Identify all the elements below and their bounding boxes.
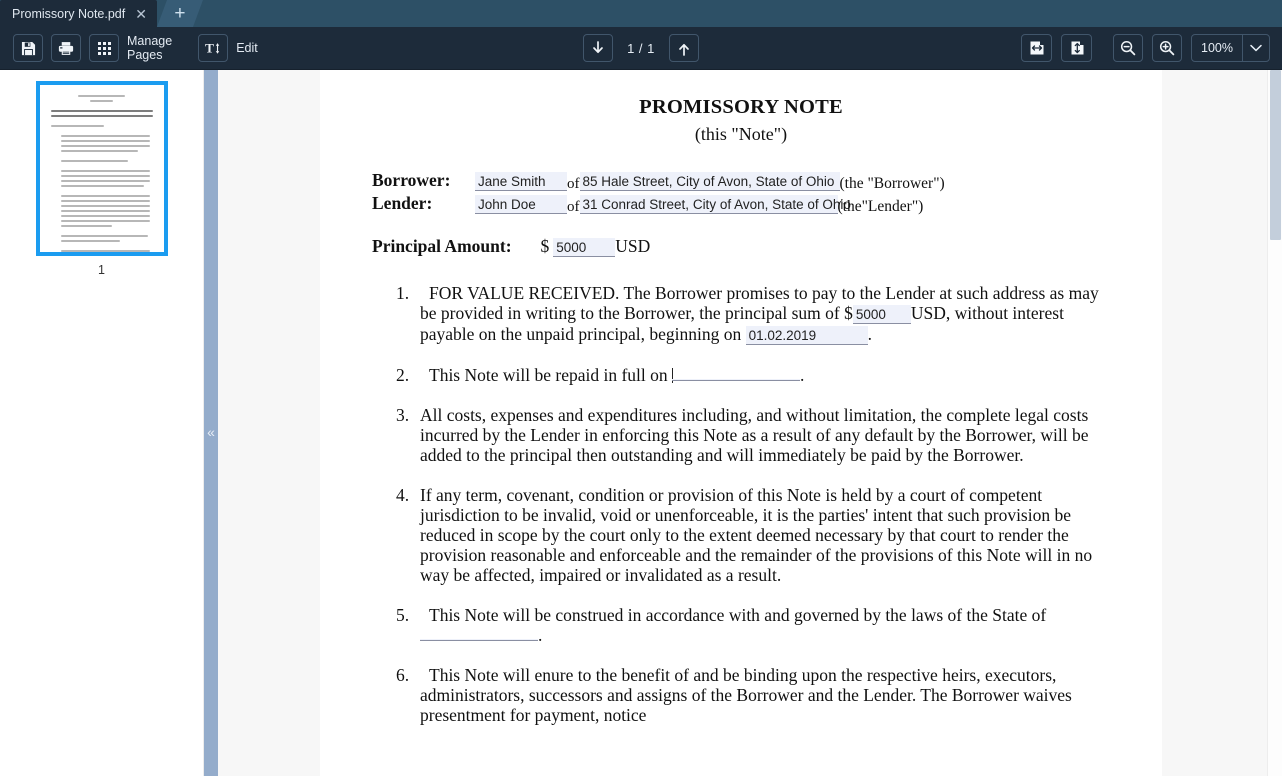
vertical-scrollbar[interactable]: [1267, 70, 1282, 776]
tab-promissory-note[interactable]: Promissory Note.pdf ✕: [0, 0, 157, 27]
borrower-row: Borrower: Jane Smith of 85 Hale Street, …: [372, 170, 1110, 192]
zoom-dropdown-button[interactable]: [1243, 35, 1269, 61]
scrollbar-thumb[interactable]: [1270, 70, 1281, 240]
chevron-down-icon: [1250, 39, 1262, 57]
thumbnail-item[interactable]: 1: [35, 81, 168, 277]
clause-2-text-a: This Note will be repaid in full on: [429, 365, 668, 385]
toolbar-right-group: 100%: [1021, 34, 1282, 62]
borrower-label: Borrower:: [372, 170, 451, 190]
thumbnail-preview: [43, 89, 160, 252]
clause-5-body: This Note will be construed in accordanc…: [420, 605, 1110, 645]
print-button[interactable]: [51, 34, 81, 62]
borrower-name-field[interactable]: Jane Smith: [475, 172, 567, 191]
next-page-button[interactable]: [583, 34, 614, 62]
lender-of-text: of: [567, 199, 580, 215]
lender-address-field[interactable]: 31 Conrad Street, City of Avon, State of…: [579, 195, 851, 214]
thumbnail-sidebar: 1: [0, 70, 204, 776]
arrow-down-icon: [591, 40, 605, 56]
principal-amount-row: Principal Amount: $ 5000 USD: [372, 236, 1110, 257]
borrower-of-text: of: [567, 176, 580, 192]
close-icon[interactable]: ✕: [133, 7, 149, 21]
zoom-level-control: 100%: [1191, 34, 1270, 62]
borrower-address-field[interactable]: 85 Hale Street, City of Avon, State of O…: [579, 172, 840, 191]
manage-pages-grid-button[interactable]: [89, 34, 119, 62]
clause-4-body: If any term, covenant, condition or prov…: [420, 485, 1093, 585]
text-edit-icon: T: [205, 41, 222, 56]
clause-6: 6. This Note will enure to the benefit o…: [372, 665, 1110, 725]
clause-5-text-b: .: [538, 625, 543, 645]
zoom-in-icon: [1159, 40, 1175, 56]
clause-1-amount-field[interactable]: 5000: [852, 305, 911, 324]
toolbar: Manage Pages T Edit 1 / 1 100%: [0, 27, 1282, 70]
clause-3-number: 3.: [396, 405, 410, 425]
manage-pages-label[interactable]: Manage Pages: [127, 34, 172, 62]
clause-2: 2. This Note will be repaid in full on .: [372, 365, 1110, 385]
toolbar-left-group: Manage Pages T Edit: [0, 34, 258, 62]
grid-icon: [97, 41, 112, 56]
clause-5: 5. This Note will be construed in accord…: [372, 605, 1110, 645]
clause-4-number: 4.: [396, 485, 410, 505]
manage-pages-line-1: Manage: [127, 34, 173, 48]
fit-width-icon: [1028, 40, 1046, 56]
currency-symbol: $: [540, 236, 550, 256]
clause-1: 1. FOR VALUE RECEIVED. The Borrower prom…: [372, 283, 1110, 345]
manage-pages-line-2: Pages: [127, 48, 163, 62]
arrow-up-icon: [677, 41, 691, 56]
clause-1-date-field[interactable]: 01.02.2019: [745, 326, 868, 345]
zoom-out-icon: [1120, 40, 1136, 56]
clause-2-body: This Note will be repaid in full on .: [420, 365, 1110, 385]
tab-bar: Promissory Note.pdf ✕ +: [0, 0, 1282, 27]
fit-page-icon: [1068, 40, 1086, 56]
fit-width-button[interactable]: [1021, 34, 1053, 62]
principal-amount-label: Principal Amount:: [372, 236, 512, 256]
page-indicator[interactable]: 1 / 1: [627, 41, 655, 56]
tab-title: Promissory Note.pdf: [12, 6, 126, 21]
thumbnail-page-number: 1: [98, 263, 105, 277]
clause-3-body: All costs, expenses and expenditures inc…: [420, 405, 1089, 465]
print-icon: [58, 41, 74, 56]
clause-6-text-a: This Note will enure to the benefit of a…: [420, 665, 1072, 725]
clause-2-date-field[interactable]: [672, 379, 801, 381]
clause-6-number: 6.: [396, 665, 410, 685]
new-tab-button[interactable]: +: [157, 0, 203, 27]
clause-1-body: FOR VALUE RECEIVED. The Borrower promise…: [420, 283, 1110, 345]
zoom-out-button[interactable]: [1113, 34, 1144, 62]
lender-name-field[interactable]: John Doe: [475, 195, 567, 214]
clause-2-text-b: .: [800, 365, 805, 385]
sidebar-collapse-handle[interactable]: «: [204, 70, 218, 776]
document-viewer: PROMISSORY NOTE (this "Note") Borrower: …: [218, 70, 1282, 776]
document-title: PROMISSORY NOTE: [639, 96, 843, 118]
chevron-left-double-icon: «: [207, 424, 215, 440]
clause-2-number: 2.: [396, 365, 410, 385]
parties-block: Borrower: Jane Smith of 85 Hale Street, …: [372, 170, 1110, 215]
lender-label: Lender:: [372, 193, 433, 213]
pdf-page: PROMISSORY NOTE (this "Note") Borrower: …: [320, 70, 1162, 776]
currency-code: USD: [615, 236, 651, 256]
svg-text:T: T: [205, 41, 214, 56]
lender-row: Lender: John Doe of 31 Conrad Street, Ci…: [372, 193, 1110, 215]
zoom-level-value[interactable]: 100%: [1192, 35, 1242, 61]
previous-page-button[interactable]: [668, 34, 699, 62]
save-icon: [21, 41, 36, 56]
fit-page-button[interactable]: [1061, 34, 1093, 62]
borrower-suffix: (the "Borrower"): [839, 175, 945, 192]
principal-amount-field[interactable]: 5000: [553, 238, 616, 257]
clause-1-number: 1.: [396, 283, 410, 303]
document-subtitle: (this "Note"): [694, 124, 788, 144]
clause-6-body: This Note will enure to the benefit of a…: [420, 665, 1110, 725]
clause-5-number: 5.: [396, 605, 410, 625]
main-area: 1 « PROMISSORY NOTE (this "Note") Borrow…: [0, 70, 1282, 776]
clause-5-text-a: This Note will be construed in accordanc…: [429, 605, 1047, 625]
clause-5-state-field[interactable]: [420, 639, 538, 641]
lender-suffix: (the"Lender"): [837, 198, 924, 215]
edit-label[interactable]: Edit: [236, 41, 258, 55]
zoom-in-button[interactable]: [1152, 34, 1183, 62]
clause-list: 1. FOR VALUE RECEIVED. The Borrower prom…: [372, 283, 1110, 725]
edit-text-button[interactable]: T: [198, 34, 229, 62]
page-thumbnail-1[interactable]: [35, 81, 168, 256]
clause-3: 3. All costs, expenses and expenditures …: [372, 405, 1110, 465]
clause-4: 4. If any term, covenant, condition or p…: [372, 485, 1110, 585]
save-button[interactable]: [13, 34, 43, 62]
clause-1-text-c: .: [867, 324, 872, 344]
